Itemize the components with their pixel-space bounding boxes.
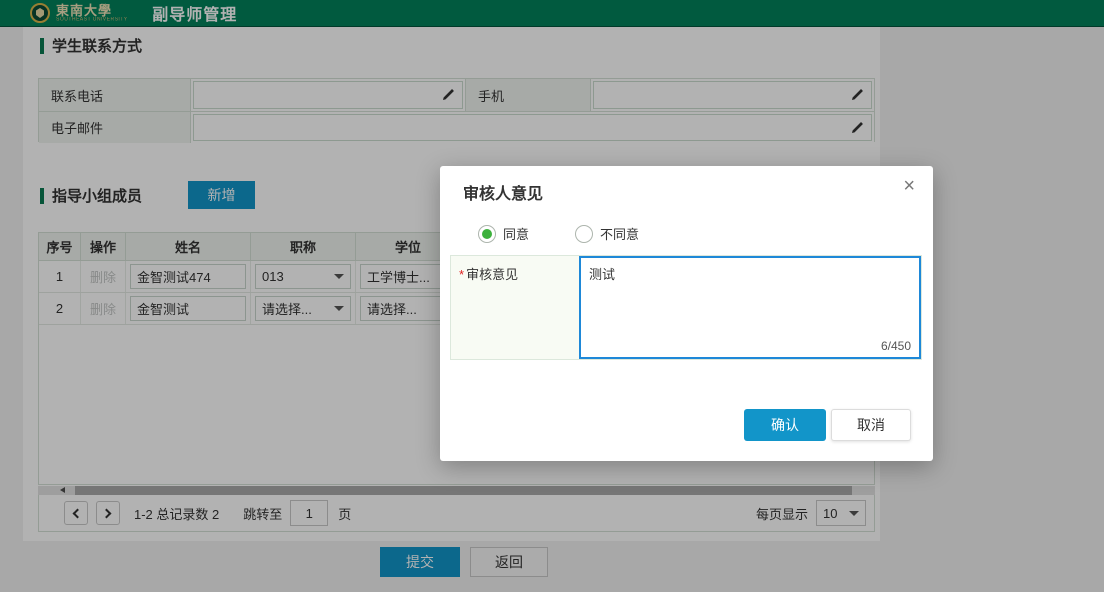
app-screen: 東南大學 SOUTHEAST UNIVERSITY 副导师管理 学生联系方式 联… xyxy=(0,0,1104,592)
review-opinion-textarea[interactable]: 测试 xyxy=(579,256,921,359)
radio-unselected-icon[interactable] xyxy=(575,225,593,243)
close-icon[interactable]: × xyxy=(899,172,919,200)
review-form-row: *审核意见 测试 6/450 xyxy=(450,255,922,360)
radio-agree[interactable]: 同意 xyxy=(478,224,529,243)
radio-selected-icon[interactable] xyxy=(478,225,496,243)
radio-disagree-label: 不同意 xyxy=(600,224,639,243)
modal-title: 审核人意见 xyxy=(463,180,543,204)
review-field-label: 审核意见 xyxy=(466,267,518,282)
radio-agree-label: 同意 xyxy=(503,224,529,243)
radio-disagree[interactable]: 不同意 xyxy=(575,224,639,243)
review-opinion-modal: 审核人意见 × 同意 不同意 *审核意见 测试 6/450 确认 取消 xyxy=(440,166,933,461)
review-textarea-wrap: 测试 6/450 xyxy=(579,256,921,359)
review-field-label-cell: *审核意见 xyxy=(451,256,579,359)
cancel-button[interactable]: 取消 xyxy=(831,409,911,441)
confirm-button[interactable]: 确认 xyxy=(744,409,826,441)
required-asterisk: * xyxy=(459,267,464,282)
decision-radio-group: 同意 不同意 xyxy=(478,224,639,243)
